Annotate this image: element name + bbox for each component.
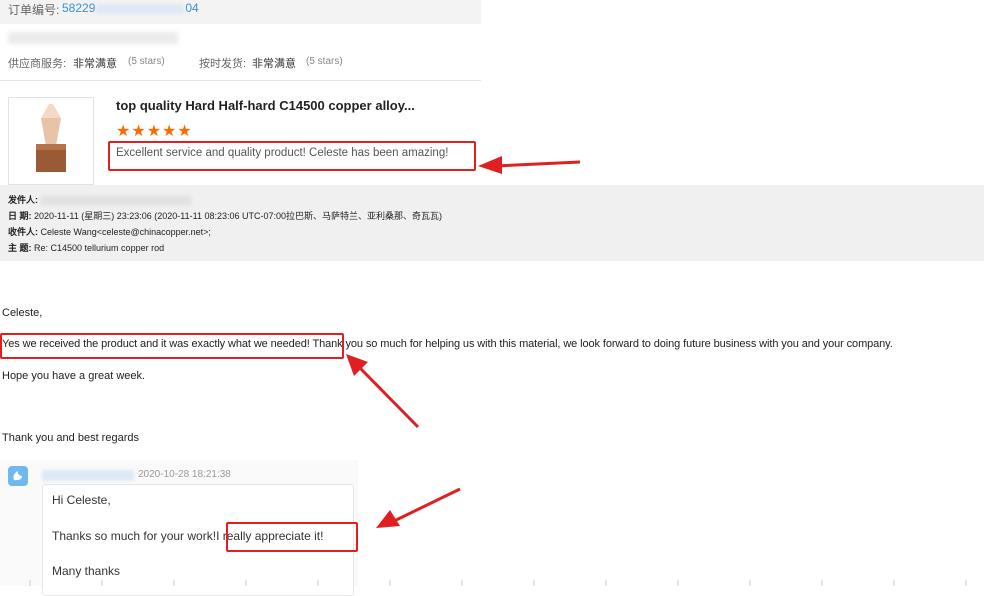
ruler-ticks — [29, 580, 967, 586]
ontime-delivery-label: 按时发货: — [199, 58, 247, 70]
annotation-arrow — [376, 487, 461, 528]
supplier-service-value: 非常满意 — [73, 58, 117, 70]
mail-body-line2: Hope you have a great week. — [2, 370, 146, 382]
to-value: Celeste Wang<celeste@chinacopper.net>; — [40, 227, 211, 237]
redacted-sender-name — [42, 470, 134, 481]
chat-text: Thanks so much for your work! — [52, 529, 217, 543]
product-title[interactable]: top quality Hard Half-hard C14500 copper… — [116, 98, 415, 113]
ontime-delivery-stars: (5 stars) — [306, 56, 343, 67]
mail-closing: Thank you and best regards — [2, 432, 139, 444]
copper-rod-image — [36, 104, 66, 172]
annotation-box — [226, 522, 358, 552]
from-label: 发件人: — [8, 195, 38, 205]
redacted-text — [8, 32, 178, 44]
chat-greeting: Hi Celeste, — [52, 493, 111, 507]
product-thumbnail[interactable] — [8, 97, 94, 185]
avatar[interactable] — [8, 466, 28, 486]
supplier-service-label: 供应商服务: — [8, 58, 67, 70]
chat-sign-off: Many thanks — [52, 564, 121, 578]
product-rating-stars: ★★★★★ — [116, 123, 193, 140]
mail-to-row: 收件人: Celeste Wang<celeste@chinacopper.ne… — [8, 225, 211, 238]
body-text: Thank you so much for helping us with th… — [309, 338, 893, 350]
user-avatar-icon — [13, 471, 22, 481]
mail-from-row: 发件人: — [8, 193, 191, 206]
subject-value: Re: C14500 tellurium copper rod — [34, 243, 165, 253]
chat-timestamp: 2020-10-28 18:21:38 — [138, 469, 231, 480]
annotation-arrow — [478, 156, 581, 174]
mail-subject-row: 主 题: Re: C14500 tellurium copper rod — [8, 241, 164, 254]
annotation-box — [0, 333, 344, 359]
redacted-sender — [40, 196, 191, 206]
order-number-link[interactable]: 58229 04 — [62, 1, 199, 15]
mail-greeting: Celeste, — [2, 307, 43, 319]
supplier-service-stars: (5 stars) — [128, 56, 165, 67]
order-number-label: 订单编号: — [8, 3, 60, 17]
mail-date-row: 日 期: 2020-11-11 (星期三) 23:23:06 (2020-11-… — [8, 209, 442, 222]
ontime-delivery-value: 非常满意 — [252, 58, 296, 70]
date-value: 2020-11-11 (星期三) 23:23:06 (2020-11-11 08… — [34, 211, 442, 221]
date-label: 日 期: — [8, 211, 32, 221]
divider — [0, 80, 481, 81]
annotation-box — [108, 141, 476, 171]
annotation-arrow — [346, 354, 420, 429]
to-label: 收件人: — [8, 227, 38, 237]
subject-label: 主 题: — [8, 243, 32, 253]
